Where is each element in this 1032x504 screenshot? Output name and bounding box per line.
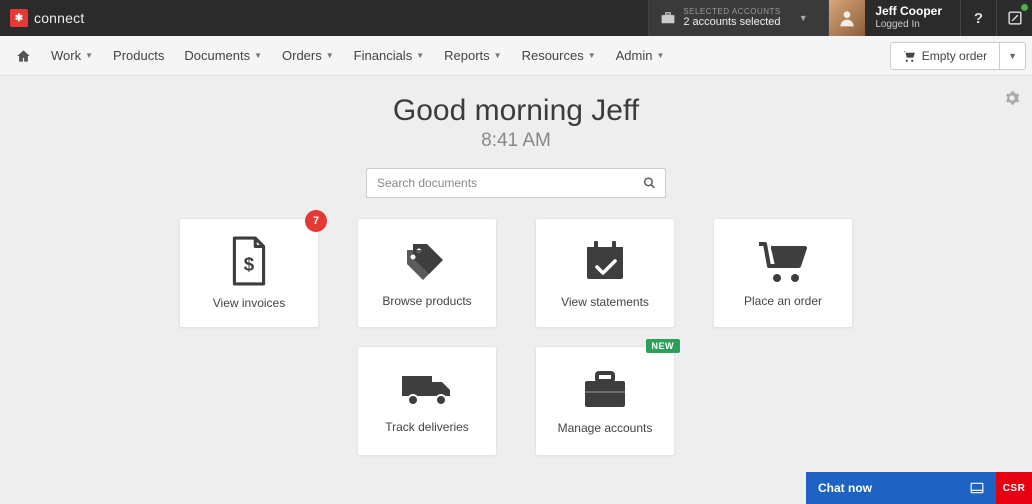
tile-label: Place an order <box>744 294 822 308</box>
account-selector-value: 2 accounts selected <box>683 16 780 28</box>
search-input[interactable] <box>366 168 666 198</box>
tile-manage-accounts[interactable]: NEW Manage accounts <box>535 346 675 456</box>
caret-down-icon: ▼ <box>326 51 334 60</box>
empty-order-dropdown[interactable]: ▼ <box>1000 42 1026 70</box>
nav-label: Documents <box>184 48 250 63</box>
caret-down-icon: ▼ <box>588 51 596 60</box>
empty-order-button[interactable]: Empty order <box>890 42 1000 70</box>
tiles-grid: 7 $ View invoices Browse products View s… <box>156 218 876 456</box>
nav-label: Work <box>51 48 81 63</box>
greeting-text: Good morning Jeff <box>0 94 1032 128</box>
chat-label: Chat now <box>818 481 970 495</box>
cart-icon <box>903 50 916 62</box>
tile-browse-products[interactable]: Browse products <box>357 218 497 328</box>
time-text: 8:41 AM <box>0 130 1032 152</box>
question-icon: ? <box>974 10 983 27</box>
nav-label: Resources <box>522 48 584 63</box>
brand-name: connect <box>34 10 84 26</box>
nav-label: Orders <box>282 48 322 63</box>
tile-label: View invoices <box>213 296 285 310</box>
caret-down-icon: ▼ <box>85 51 93 60</box>
nav-label: Products <box>113 48 164 63</box>
avatar <box>829 0 865 36</box>
gear-icon <box>1004 90 1020 106</box>
chevron-down-icon: ▼ <box>799 13 808 23</box>
badge-new: NEW <box>646 339 681 353</box>
invoice-icon: $ <box>227 236 271 286</box>
user-name: Jeff Cooper <box>875 5 942 19</box>
briefcase-icon <box>579 367 631 411</box>
truck-icon <box>398 368 456 410</box>
nav-label: Financials <box>354 48 413 63</box>
user-block[interactable]: Jeff Cooper Logged In <box>828 0 960 36</box>
nav-item-resources[interactable]: Resources ▼ <box>512 36 606 76</box>
nav-label: Reports <box>444 48 490 63</box>
nav-label: Admin <box>616 48 653 63</box>
caret-down-icon: ▼ <box>1008 51 1017 61</box>
tags-icon <box>401 238 453 284</box>
nav-item-financials[interactable]: Financials▼ <box>344 36 434 76</box>
brand-icon: ✱ <box>10 9 28 27</box>
home-icon <box>16 49 31 63</box>
tile-label: View statements <box>561 295 649 309</box>
nav-item-admin[interactable]: Admin ▼ <box>606 36 675 76</box>
svg-text:$: $ <box>244 253 255 274</box>
calendar-check-icon <box>581 237 629 285</box>
badge-count: 7 <box>305 210 327 232</box>
search-icon <box>643 177 656 190</box>
nav-item-orders[interactable]: Orders ▼ <box>272 36 344 76</box>
edit-button[interactable] <box>996 0 1032 36</box>
settings-button[interactable] <box>1004 90 1020 106</box>
navbar: Work ▼ Products Documents ▼ Orders ▼ Financ… <box>0 36 1032 76</box>
nav-item-reports[interactable]: Reports ▼ <box>434 36 511 76</box>
tile-view-invoices[interactable]: 7 $ View invoices <box>179 218 319 328</box>
user-status: Logged In <box>875 19 942 31</box>
tile-label: Browse products <box>382 294 471 308</box>
csr-label: CSR <box>1003 483 1026 494</box>
account-selector[interactable]: SELECTED ACCOUNTS 2 accounts selected ▼ <box>648 0 828 36</box>
search-wrap <box>366 168 666 198</box>
topbar: ✱ connect SELECTED ACCOUNTS 2 accounts s… <box>0 0 1032 36</box>
main-content: Good morning Jeff 8:41 AM 7 $ View invoi… <box>0 76 1032 456</box>
tile-track-deliveries[interactable]: Track deliveries <box>357 346 497 456</box>
notification-dot-icon <box>1021 4 1028 11</box>
home-button[interactable] <box>6 49 41 63</box>
caret-down-icon: ▼ <box>494 51 502 60</box>
tile-view-statements[interactable]: View statements <box>535 218 675 328</box>
tile-label: Manage accounts <box>558 421 653 435</box>
tile-place-order[interactable]: Place an order <box>713 218 853 328</box>
csr-badge[interactable]: CSR <box>996 472 1032 504</box>
caret-down-icon: ▼ <box>416 51 424 60</box>
nav-item-work[interactable]: Work ▼ <box>41 36 103 76</box>
empty-order-label: Empty order <box>922 49 987 63</box>
account-selector-label: SELECTED ACCOUNTS <box>683 8 780 17</box>
help-button[interactable]: ? <box>960 0 996 36</box>
tile-label: Track deliveries <box>385 420 469 434</box>
briefcase-icon <box>661 12 675 24</box>
chat-now-button[interactable]: Chat now <box>806 472 996 504</box>
nav-item-documents[interactable]: Documents ▼ <box>174 36 272 76</box>
brand-logo[interactable]: ✱ connect <box>0 0 94 36</box>
caret-down-icon: ▼ <box>657 51 665 60</box>
caret-down-icon: ▼ <box>254 51 262 60</box>
pencil-icon <box>1008 11 1022 25</box>
cart-icon <box>755 238 811 284</box>
chat-window-icon <box>970 482 984 494</box>
nav-item-products[interactable]: Products <box>103 36 174 76</box>
